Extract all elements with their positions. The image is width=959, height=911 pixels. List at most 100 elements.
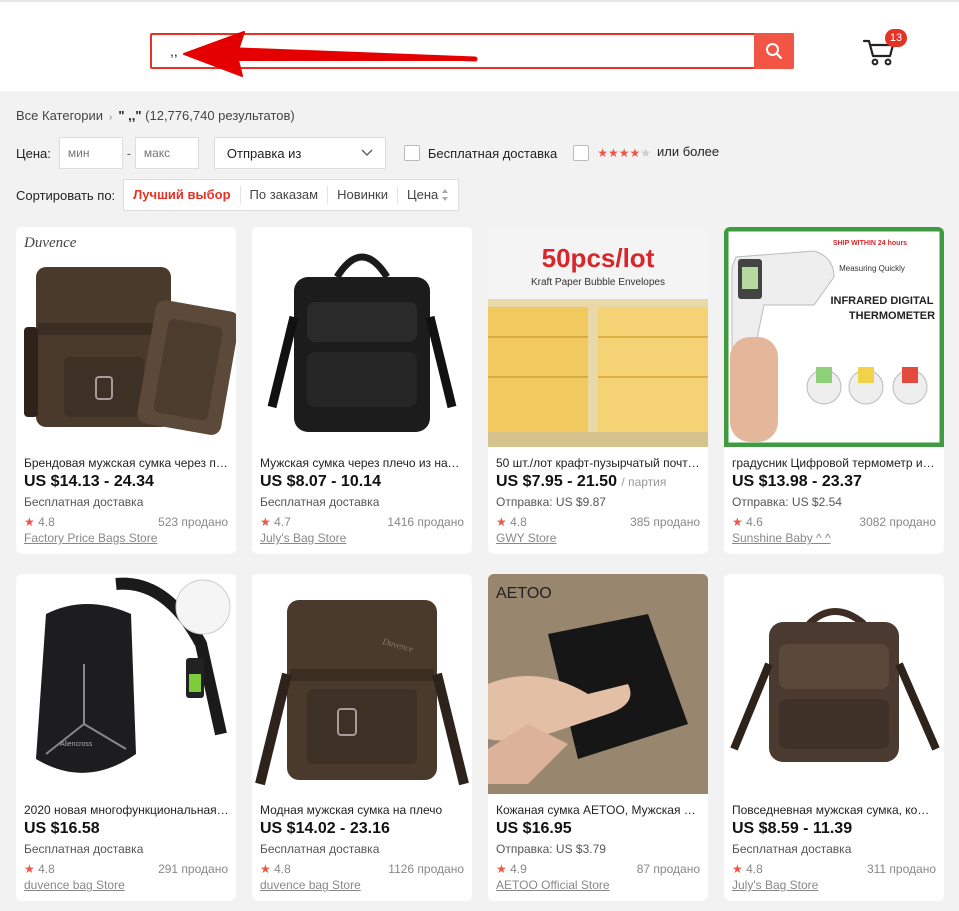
sort-arrows-icon [442, 189, 449, 201]
product-title[interactable]: Модная мужская сумка на плечо [260, 803, 465, 817]
product-rating: ★ 4.8 [732, 862, 763, 876]
product-card[interactable]: Повседневная мужская сумка, кожаная US $… [724, 574, 944, 901]
product-brand-text: AETOO [496, 585, 552, 602]
product-shipping: Бесплатная доставка [732, 842, 852, 856]
sort-price[interactable]: Цена [398, 186, 458, 204]
product-price: US $16.58 [24, 820, 100, 837]
product-shipping: Бесплатная доставка [24, 495, 144, 509]
product-card[interactable]: 50pcs/lot Kraft Paper Bubble Envelopes 5… [488, 227, 708, 554]
product-shipping: Бесплатная доставка [260, 842, 380, 856]
product-sold: 311 продано [866, 862, 936, 876]
product-shipping: Отправка: US $9.87 [496, 495, 606, 509]
product-card[interactable]: Duvence Брендовая мужская сумка через пл… [16, 227, 236, 554]
product-image[interactable] [724, 574, 944, 794]
rating-suffix: или более [656, 144, 720, 159]
product-rating: ★ 4.8 [496, 515, 527, 529]
annotation-arrow-icon [183, 31, 478, 77]
sort-options: Лучший выбор По заказам Новинки Цена [123, 179, 460, 211]
star-icon: ★ [496, 515, 507, 529]
store-link[interactable]: Factory Price Bags Store [24, 531, 157, 545]
product-image[interactable]: AETOO [488, 574, 708, 794]
product-rating: ★ 4.8 [24, 862, 55, 876]
price-min-input[interactable] [58, 137, 123, 169]
product-sold: 87 продано [636, 862, 700, 876]
product-sold: 1416 продано [387, 515, 464, 529]
star-icon: ★ [496, 862, 507, 876]
product-rating: ★ 4.7 [260, 515, 291, 529]
store-link[interactable]: July's Bag Store [260, 531, 346, 545]
product-price: US $16.95 [496, 820, 572, 837]
breadcrumb: Все Категории › " ,," (12,776,740 результа… [16, 108, 295, 123]
sort-label: Сортировать по: [16, 187, 116, 203]
star-icon: ★ [260, 515, 271, 529]
product-brand-text: Duvence [23, 235, 77, 251]
store-link[interactable]: Sunshine Baby ^ ^ [732, 531, 831, 545]
star-icon: ★ [732, 862, 743, 876]
product-price: US $13.98 - 23.37 [732, 473, 862, 490]
product-title[interactable]: Повседневная мужская сумка, кожаная [732, 803, 937, 817]
product-sold: 523 продано [158, 515, 228, 529]
cart-count-badge: 13 [885, 29, 907, 47]
product-rating: ★ 4.8 [24, 515, 55, 529]
product-title[interactable]: 2020 новая многофункциональная сумка [24, 803, 229, 817]
chevron-right-icon: › [109, 112, 113, 123]
ship-from-label: Отправка из [226, 145, 302, 161]
sort-bar: Сортировать по: Лучший выбор По заказам … [16, 179, 460, 211]
product-card[interactable]: Мужская сумка через плечо из натуральной… [252, 227, 472, 554]
product-price: US $14.13 - 24.34 [24, 473, 154, 490]
product-shipping: Бесплатная доставка [24, 842, 144, 856]
product-title[interactable]: Кожаная сумка AETOO, Мужская сумка [496, 803, 701, 817]
product-brand-text: Aliencross [60, 741, 93, 748]
product-title[interactable]: 50 шт./лот крафт-пузырчатый почтовый кон… [496, 456, 701, 470]
product-price: US $7.95 - 21.50 / партия [496, 473, 667, 490]
product-price: US $8.59 - 11.39 [732, 820, 853, 837]
product-rating: ★ 4.8 [260, 862, 291, 876]
ship-from-dropdown[interactable]: Отправка из [213, 137, 386, 169]
product-image[interactable]: 50pcs/lot Kraft Paper Bubble Envelopes [488, 227, 708, 447]
price-dash: - [126, 145, 132, 161]
product-image[interactable]: Duvence [252, 574, 472, 794]
product-image[interactable]: SHIP WITHIN 24 hours Measuring Quickly I… [724, 227, 944, 447]
product-image[interactable]: Aliencross [16, 574, 236, 794]
product-sold: 3082 продано [859, 515, 936, 529]
product-image-title: INFRARED DIGITAL [830, 295, 933, 307]
star-icon: ★ [260, 862, 271, 876]
product-image[interactable] [252, 227, 472, 447]
product-shipping: Отправка: US $2.54 [732, 495, 842, 509]
product-sold: 291 продано [158, 862, 228, 876]
product-card[interactable]: Duvence Модная мужская сумка на плечо US… [252, 574, 472, 901]
star-icon: ★ [24, 862, 35, 876]
product-price: US $14.02 - 23.16 [260, 820, 390, 837]
filter-bar: Цена: - Отправка из Бесплатная доставка … [16, 137, 719, 169]
rating-stars-icon: ★★★★★ [597, 146, 651, 160]
product-image-note: Measuring Quickly [839, 264, 905, 273]
product-title[interactable]: градусник Цифровой термометр инфракрасны… [732, 456, 937, 470]
breadcrumb-query: " ,," [118, 108, 142, 123]
breadcrumb-root[interactable]: Все Категории [16, 108, 103, 123]
store-link[interactable]: July's Bag Store [732, 878, 818, 892]
free-shipping-checkbox[interactable] [403, 145, 420, 161]
search-button[interactable] [754, 33, 794, 69]
store-link[interactable]: duvence bag Store [24, 878, 125, 892]
product-card[interactable]: Aliencross 2020 новая многофункциональна… [16, 574, 236, 901]
product-card[interactable]: AETOO Кожаная сумка AETOO, Мужская сумка… [488, 574, 708, 901]
store-link[interactable]: AETOO Official Store [496, 878, 610, 892]
sort-best-match[interactable]: Лучший выбор [124, 186, 241, 204]
product-card[interactable]: SHIP WITHIN 24 hours Measuring Quickly I… [724, 227, 944, 554]
product-image[interactable]: Duvence [16, 227, 236, 447]
sort-newest[interactable]: Новинки [328, 186, 398, 204]
product-sold: 385 продано [630, 515, 700, 529]
product-title[interactable]: Брендовая мужская сумка через плечо [24, 456, 229, 470]
product-rating: ★ 4.9 [496, 862, 527, 876]
sort-orders[interactable]: По заказам [241, 186, 329, 204]
store-link[interactable]: GWY Store [496, 531, 556, 545]
chevron-down-icon [361, 149, 373, 157]
store-link[interactable]: duvence bag Store [260, 878, 361, 892]
rating-checkbox[interactable] [573, 145, 590, 161]
star-icon: ★ [732, 515, 743, 529]
product-image-title: 50pcs/lot [542, 243, 655, 273]
product-sold: 1126 продано [388, 862, 464, 876]
product-title[interactable]: Мужская сумка через плечо из натуральной… [260, 456, 465, 470]
product-image-title-line2: THERMOMETER [849, 310, 935, 322]
price-max-input[interactable] [134, 137, 199, 169]
